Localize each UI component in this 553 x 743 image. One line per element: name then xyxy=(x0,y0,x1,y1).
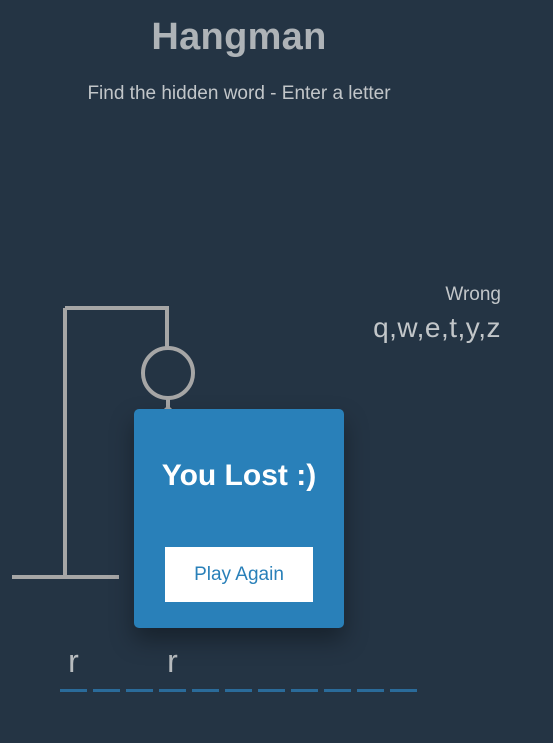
hidden-word: r r xyxy=(60,640,423,692)
letter-slot xyxy=(225,640,252,692)
letter-slot xyxy=(258,640,285,692)
game-over-popup: You Lost :) Play Again xyxy=(134,409,344,628)
letter-slot xyxy=(291,640,318,692)
letter-slot: r xyxy=(159,640,186,692)
letter-slot xyxy=(357,640,384,692)
game-over-message: You Lost :) xyxy=(161,459,317,492)
letter-slot: r xyxy=(60,640,87,692)
letter-slot xyxy=(93,640,120,692)
letter-slot xyxy=(126,640,153,692)
letter-slot xyxy=(390,640,417,692)
play-again-button[interactable]: Play Again xyxy=(165,547,313,602)
letter-slot xyxy=(324,640,351,692)
figure-head xyxy=(141,346,195,400)
letter-slot xyxy=(192,640,219,692)
hangman-figure xyxy=(12,306,196,579)
